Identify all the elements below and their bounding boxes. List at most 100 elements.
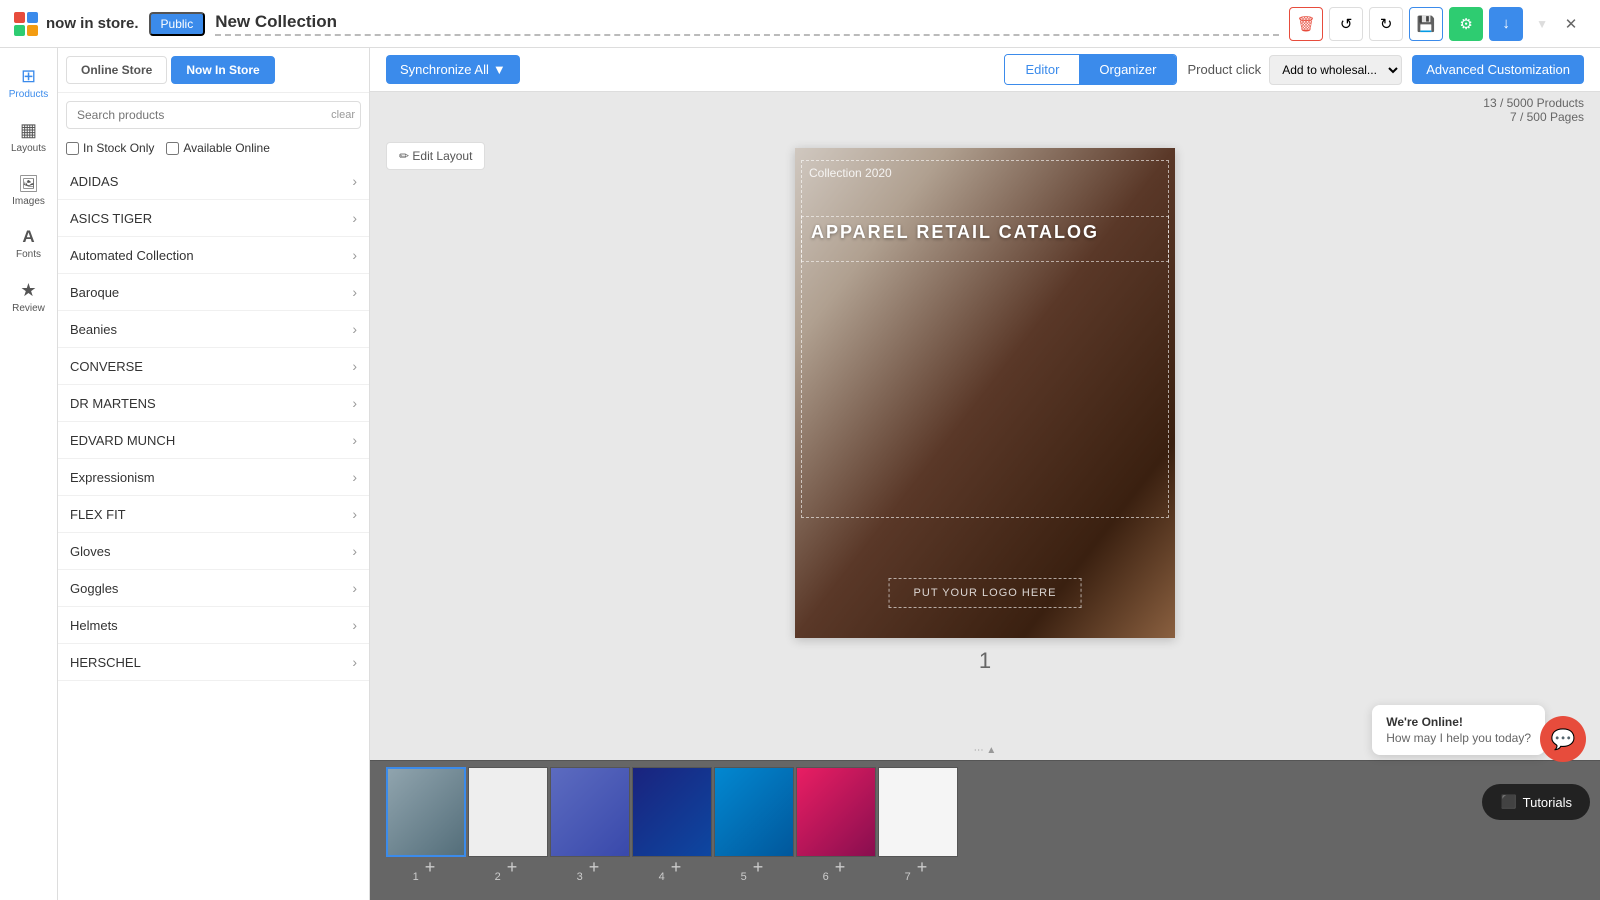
collection-item[interactable]: Automated Collection›: [58, 237, 369, 274]
undo-button[interactable]: ↺: [1329, 7, 1363, 41]
canvas-main: ✏ Edit Layout Collection 2020 APPAREL RE…: [370, 128, 1600, 741]
top-bar-actions: 🗑 ↺ ↻ 💾 ⚙ ↓ ▼ ✕: [1289, 7, 1588, 41]
collection-item[interactable]: Baroque›: [58, 274, 369, 311]
collection-name: EDVARD MUNCH: [70, 433, 175, 448]
download-arrow[interactable]: ▼: [1529, 17, 1548, 31]
collection-name: CONVERSE: [70, 359, 143, 374]
tutorials-button[interactable]: ⬛ Tutorials: [1482, 784, 1590, 820]
now-in-store-tab[interactable]: Now In Store: [171, 56, 274, 84]
editor-tab[interactable]: Editor: [1005, 55, 1079, 84]
filmstrip-item: 🗑 2 +: [468, 767, 548, 894]
chat-online-label: We're Online!: [1386, 715, 1531, 729]
close-button[interactable]: ✕: [1554, 7, 1588, 41]
collection-item[interactable]: Gloves›: [58, 533, 369, 570]
film-thumb[interactable]: [468, 767, 548, 857]
film-thumb[interactable]: [714, 767, 794, 857]
fonts-icon: A: [22, 227, 34, 247]
film-thumb[interactable]: [632, 767, 712, 857]
catalog-title-box: APPAREL RETAIL CATALOG: [801, 216, 1169, 249]
sidebar-item-fonts[interactable]: A Fonts: [4, 219, 54, 268]
chevron-right-icon: ›: [352, 321, 357, 337]
sidebar-item-layouts[interactable]: ▦ Layouts: [4, 112, 54, 162]
online-store-tab[interactable]: Online Store: [66, 56, 167, 84]
collection-item[interactable]: Expressionism›: [58, 459, 369, 496]
collection-name: FLEX FIT: [70, 507, 126, 522]
chat-button[interactable]: 💬: [1540, 716, 1586, 762]
film-page-num: 2: [495, 871, 501, 883]
products-icon: ⊞: [21, 66, 36, 87]
chevron-right-icon: ›: [352, 580, 357, 596]
available-online-checkbox[interactable]: [166, 142, 179, 155]
catalog-title: APPAREL RETAIL CATALOG: [801, 216, 1109, 249]
synchronize-all-button[interactable]: Synchronize All ▼: [386, 55, 520, 84]
sidebar-item-images-label: Images: [12, 196, 45, 207]
sidebar-item-images[interactable]: 🖼 Images: [4, 166, 54, 215]
available-online-label: Available Online: [183, 141, 270, 155]
view-tabs: Editor Organizer: [1004, 54, 1177, 85]
chevron-right-icon: ›: [352, 432, 357, 448]
film-add-button[interactable]: +: [667, 857, 686, 878]
tutorials-camera-icon: ⬛: [1500, 794, 1516, 810]
chevron-right-icon: ›: [352, 358, 357, 374]
search-input[interactable]: [66, 101, 361, 129]
sidebar-nav: ⊞ Products ▦ Layouts 🖼 Images A Fonts ★ …: [0, 48, 58, 900]
collection-item[interactable]: Goggles›: [58, 570, 369, 607]
advanced-customization-button[interactable]: Advanced Customization: [1412, 55, 1584, 84]
collection-item[interactable]: HERSCHEL›: [58, 644, 369, 681]
redo-button[interactable]: ↻: [1369, 7, 1403, 41]
settings-button[interactable]: ⚙: [1449, 7, 1483, 41]
film-add-button[interactable]: +: [913, 857, 932, 878]
collection-item[interactable]: CONVERSE ›: [58, 348, 369, 385]
collection-item[interactable]: Beanies ›: [58, 311, 369, 348]
film-add-button[interactable]: +: [749, 857, 768, 878]
sidebar-item-fonts-label: Fonts: [16, 249, 41, 260]
collection-item[interactable]: FLEX FIT›: [58, 496, 369, 533]
collection-name: Automated Collection: [70, 248, 194, 263]
film-thumb[interactable]: [550, 767, 630, 857]
chevron-right-icon: ›: [352, 284, 357, 300]
film-thumb[interactable]: [386, 767, 466, 857]
top-bar: now in store. Public New Collection 🗑 ↺ …: [0, 0, 1600, 48]
available-online-filter: Available Online: [166, 141, 270, 155]
film-add-button[interactable]: +: [421, 857, 440, 878]
film-add-button[interactable]: +: [503, 857, 522, 878]
download-button[interactable]: ↓: [1489, 7, 1523, 41]
filmstrip-item: 🗑 3 +: [550, 767, 630, 894]
collection-name: Beanies: [70, 322, 117, 337]
film-thumb[interactable]: [878, 767, 958, 857]
chat-sub-label: How may I help you today?: [1386, 731, 1531, 745]
product-click-dropdown[interactable]: Add to wholesal...: [1269, 55, 1402, 85]
edit-layout-button[interactable]: ✏ Edit Layout: [386, 142, 485, 170]
save-button[interactable]: 💾: [1409, 7, 1443, 41]
chat-widget: We're Online! How may I help you today?: [1372, 705, 1545, 755]
delete-button[interactable]: 🗑: [1289, 7, 1323, 41]
sidebar-item-review[interactable]: ★ Review: [4, 272, 54, 322]
products-panel: Online Store Now In Store clear In Stock…: [58, 48, 370, 900]
collection-item[interactable]: DR MARTENS›: [58, 385, 369, 422]
filmstrip-item: 🗑 7 +: [878, 767, 958, 894]
film-add-button[interactable]: +: [585, 857, 604, 878]
collection-item[interactable]: Helmets›: [58, 607, 369, 644]
collection-item[interactable]: EDVARD MUNCH ›: [58, 422, 369, 459]
collection-item[interactable]: ADIDAS›: [58, 163, 369, 200]
filters: In Stock Only Available Online: [58, 137, 369, 163]
layouts-icon: ▦: [20, 120, 37, 141]
sidebar-item-review-label: Review: [12, 303, 45, 314]
canvas-toolbar: Synchronize All ▼ Editor Organizer Produ…: [370, 48, 1600, 92]
catalog-page[interactable]: Collection 2020 APPAREL RETAIL CATALOG P…: [795, 148, 1175, 638]
collection-item[interactable]: ASICS TIGER›: [58, 200, 369, 237]
chevron-right-icon: ›: [352, 617, 357, 633]
film-add-button[interactable]: +: [831, 857, 850, 878]
sidebar-item-layouts-label: Layouts: [11, 143, 46, 154]
logo-placeholder[interactable]: PUT YOUR LOGO HERE: [889, 578, 1082, 608]
in-stock-checkbox[interactable]: [66, 142, 79, 155]
organizer-tab[interactable]: Organizer: [1079, 55, 1176, 84]
collection-name: HERSCHEL: [70, 655, 141, 670]
products-count: 13 / 5000 Products: [386, 96, 1584, 110]
sidebar-item-products[interactable]: ⊞ Products: [4, 58, 54, 108]
clear-button[interactable]: clear: [331, 109, 355, 121]
product-click-area: Product click Add to wholesal...: [1187, 55, 1402, 85]
public-badge[interactable]: Public: [149, 12, 206, 36]
film-thumb[interactable]: [796, 767, 876, 857]
collection-name: DR MARTENS: [70, 396, 156, 411]
